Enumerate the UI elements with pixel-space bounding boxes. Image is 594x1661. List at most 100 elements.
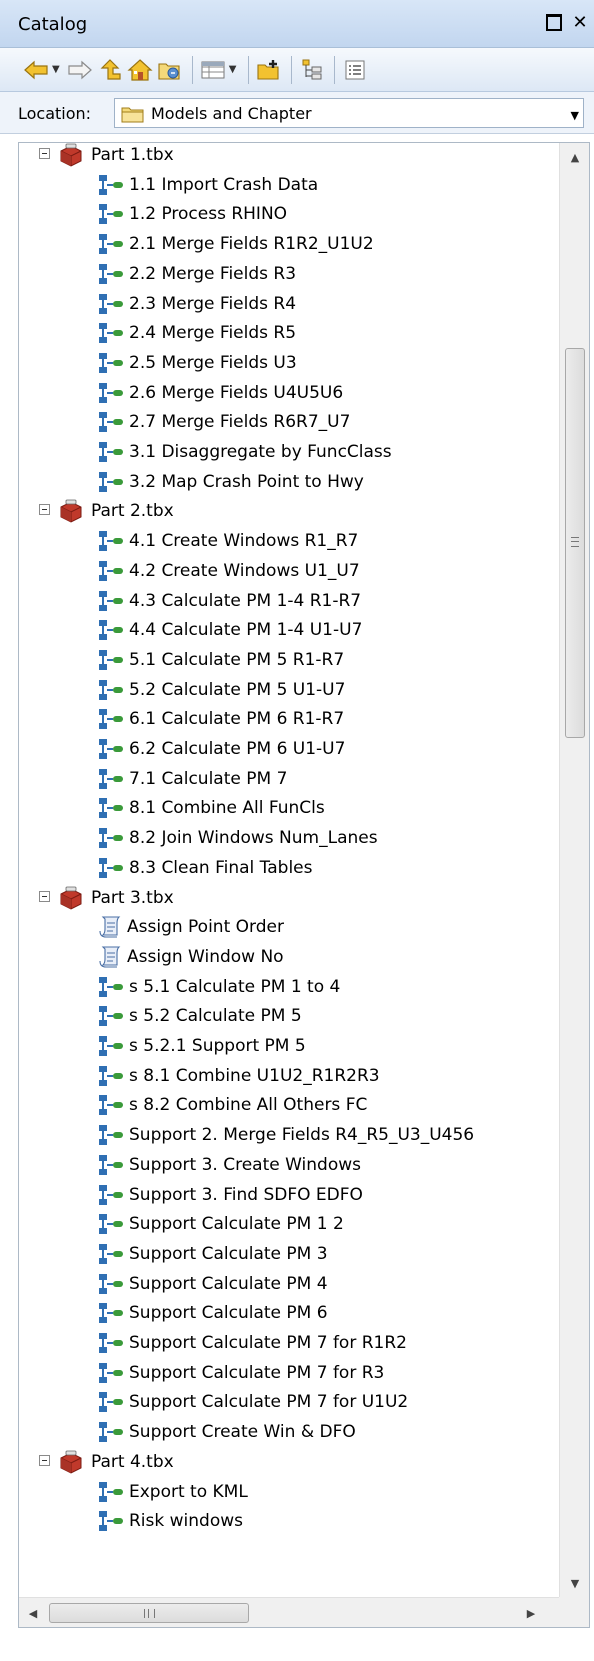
home-icon: [127, 58, 153, 81]
model-tool-node[interactable]: Support 3. Create Windows: [97, 1150, 361, 1180]
model-icon: [97, 381, 127, 405]
toolbox-node[interactable]: Part 1.tbx: [39, 143, 174, 170]
horizontal-scrollbar[interactable]: ◀ ▶: [19, 1597, 589, 1627]
model-icon: [97, 440, 127, 464]
collapse-toggle-icon[interactable]: [39, 890, 50, 902]
model-tool-node[interactable]: Support Create Win & DFO: [97, 1417, 356, 1447]
toolbox-label: Part 4.tbx: [91, 1451, 174, 1472]
back-dropdown-icon[interactable]: ▼: [52, 64, 60, 75]
model-tool-node[interactable]: 8.2 Join Windows Num_Lanes: [97, 823, 378, 853]
model-tool-node[interactable]: 2.6 Merge Fields U4U5U6: [97, 378, 343, 408]
model-tool-node[interactable]: 2.4 Merge Fields R5: [97, 318, 296, 348]
tool-label: 5.2 Calculate PM 5 U1-U7: [129, 679, 346, 700]
model-icon: [97, 202, 127, 226]
close-button[interactable]: ✕: [570, 12, 590, 33]
catalog-tree-panel: Part 1.tbx 1.1 Import Crash Data 1.2 Proce…: [18, 142, 590, 1628]
scroll-left-icon[interactable]: ◀: [19, 1598, 47, 1628]
model-tool-node[interactable]: 3.2 Map Crash Point to Hwy: [97, 467, 364, 497]
model-tool-node[interactable]: s 8.1 Combine U1U2_R1R2R3: [97, 1061, 380, 1091]
model-tool-node[interactable]: 1.1 Import Crash Data: [97, 170, 318, 200]
tool-label: Support Calculate PM 6: [129, 1303, 328, 1324]
model-tool-node[interactable]: Support Calculate PM 4: [97, 1269, 328, 1299]
script-icon: [97, 915, 125, 939]
vertical-scrollbar[interactable]: ▲ ▼: [559, 143, 589, 1597]
model-tool-node[interactable]: Support Calculate PM 6: [97, 1298, 328, 1328]
model-tool-node[interactable]: Risk windows: [97, 1506, 243, 1536]
model-tool-node[interactable]: 5.1 Calculate PM 5 R1-R7: [97, 645, 344, 675]
model-tool-node[interactable]: 4.1 Create Windows R1_R7: [97, 526, 358, 556]
toolbox-node[interactable]: Part 2.tbx: [39, 496, 174, 526]
collapse-toggle-icon[interactable]: [39, 1454, 50, 1466]
tool-label: 2.3 Merge Fields R4: [129, 293, 297, 314]
options-button[interactable]: [341, 55, 369, 85]
model-icon: [97, 1123, 127, 1147]
scroll-right-icon[interactable]: ▶: [517, 1598, 545, 1628]
collapse-toggle-icon[interactable]: [39, 148, 50, 159]
model-icon: [97, 707, 127, 731]
model-tool-node[interactable]: s 5.1 Calculate PM 1 to 4: [97, 972, 340, 1002]
model-tool-node[interactable]: Support Calculate PM 7 for R1R2: [97, 1328, 407, 1358]
float-window-button[interactable]: [544, 12, 564, 32]
collapse-toggle-icon[interactable]: [39, 504, 50, 516]
forward-button[interactable]: [66, 55, 94, 85]
model-tool-node[interactable]: s 5.2 Calculate PM 5: [97, 1001, 302, 1031]
new-item-button[interactable]: [255, 55, 283, 85]
model-tool-node[interactable]: 6.2 Calculate PM 6 U1-U7: [97, 734, 345, 764]
tool-label: Risk windows: [129, 1511, 243, 1532]
model-tool-node[interactable]: Support Calculate PM 7 for R3: [97, 1358, 384, 1388]
model-tool-node[interactable]: 3.1 Disaggregate by FuncClass: [97, 437, 392, 467]
connect-folder-button[interactable]: [156, 55, 184, 85]
model-tool-node[interactable]: 2.3 Merge Fields R4: [97, 289, 296, 319]
horizontal-scroll-thumb[interactable]: [49, 1603, 249, 1623]
model-icon: [97, 1480, 127, 1504]
model-tool-node[interactable]: 2.7 Merge Fields R6R7_U7: [97, 407, 350, 437]
model-tool-node[interactable]: Support Calculate PM 7 for U1U2: [97, 1387, 408, 1417]
toolbar-separator: [334, 55, 336, 84]
model-tool-node[interactable]: 6.1 Calculate PM 6 R1-R7: [97, 704, 344, 734]
tool-label: 2.2 Merge Fields R3: [129, 263, 297, 284]
script-tool-node[interactable]: Assign Point Order: [97, 912, 284, 942]
model-tool-node[interactable]: 4.3 Calculate PM 1-4 R1-R7: [97, 586, 361, 616]
model-tool-node[interactable]: 7.1 Calculate PM 7: [97, 764, 287, 794]
model-tool-node[interactable]: 8.1 Combine All FunCls: [97, 793, 325, 823]
vertical-scroll-thumb[interactable]: [565, 348, 585, 738]
model-tool-node[interactable]: Support 3. Find SDFO EDFO: [97, 1180, 363, 1210]
tool-label: 2.4 Merge Fields R5: [129, 323, 297, 344]
back-button[interactable]: [22, 55, 50, 85]
model-tool-node[interactable]: Support 2. Merge Fields R4_R5_U3_U456: [97, 1120, 474, 1150]
view-dropdown-icon[interactable]: ▼: [229, 64, 237, 75]
toolbox-node[interactable]: Part 4.tbx: [39, 1447, 174, 1477]
view-button[interactable]: [199, 55, 227, 85]
location-combobox[interactable]: Models and Chapter ▼: [114, 98, 584, 128]
model-tool-node[interactable]: 8.3 Clean Final Tables: [97, 853, 313, 883]
model-tool-node[interactable]: 2.1 Merge Fields R1R2_U1U2: [97, 229, 374, 259]
tool-label: 3.1 Disaggregate by FuncClass: [129, 442, 392, 462]
tool-label: 8.2 Join Windows Num_Lanes: [129, 828, 378, 849]
toolbox-node[interactable]: Part 3.tbx: [39, 883, 174, 913]
scroll-down-icon[interactable]: ▼: [560, 1569, 590, 1597]
model-icon: [97, 856, 127, 880]
model-tool-node[interactable]: Support Calculate PM 3: [97, 1239, 328, 1269]
model-tool-node[interactable]: Export to KML: [97, 1477, 248, 1507]
model-tool-node[interactable]: 4.2 Create Windows U1_U7: [97, 556, 360, 586]
script-tool-node[interactable]: Assign Window No: [97, 942, 284, 972]
model-tool-node[interactable]: s 8.2 Combine All Others FC: [97, 1090, 367, 1120]
up-one-level-button[interactable]: [96, 55, 124, 85]
tool-label: 2.6 Merge Fields U4U5U6: [129, 382, 344, 403]
location-value: Models and Chapter: [151, 104, 312, 123]
model-icon: [97, 321, 127, 345]
model-tool-node[interactable]: Support Calculate PM 1 2: [97, 1209, 344, 1239]
model-icon: [97, 470, 127, 494]
model-tool-node[interactable]: 2.2 Merge Fields R3: [97, 259, 296, 289]
toggle-contents-button[interactable]: [298, 55, 326, 85]
model-tool-node[interactable]: 2.5 Merge Fields U3: [97, 348, 297, 378]
model-tool-node[interactable]: 5.2 Calculate PM 5 U1-U7: [97, 675, 345, 705]
home-button[interactable]: [126, 55, 154, 85]
tool-label: Support Calculate PM 7 for R1R2: [129, 1333, 407, 1353]
model-tool-node[interactable]: s 5.2.1 Support PM 5: [97, 1031, 306, 1061]
model-tool-node[interactable]: 1.2 Process RHINO: [97, 199, 287, 229]
chevron-down-icon[interactable]: ▼: [571, 109, 579, 122]
model-tool-node[interactable]: 4.4 Calculate PM 1-4 U1-U7: [97, 615, 362, 645]
scroll-up-icon[interactable]: ▲: [560, 143, 590, 171]
tool-label: Assign Window No: [127, 946, 284, 967]
